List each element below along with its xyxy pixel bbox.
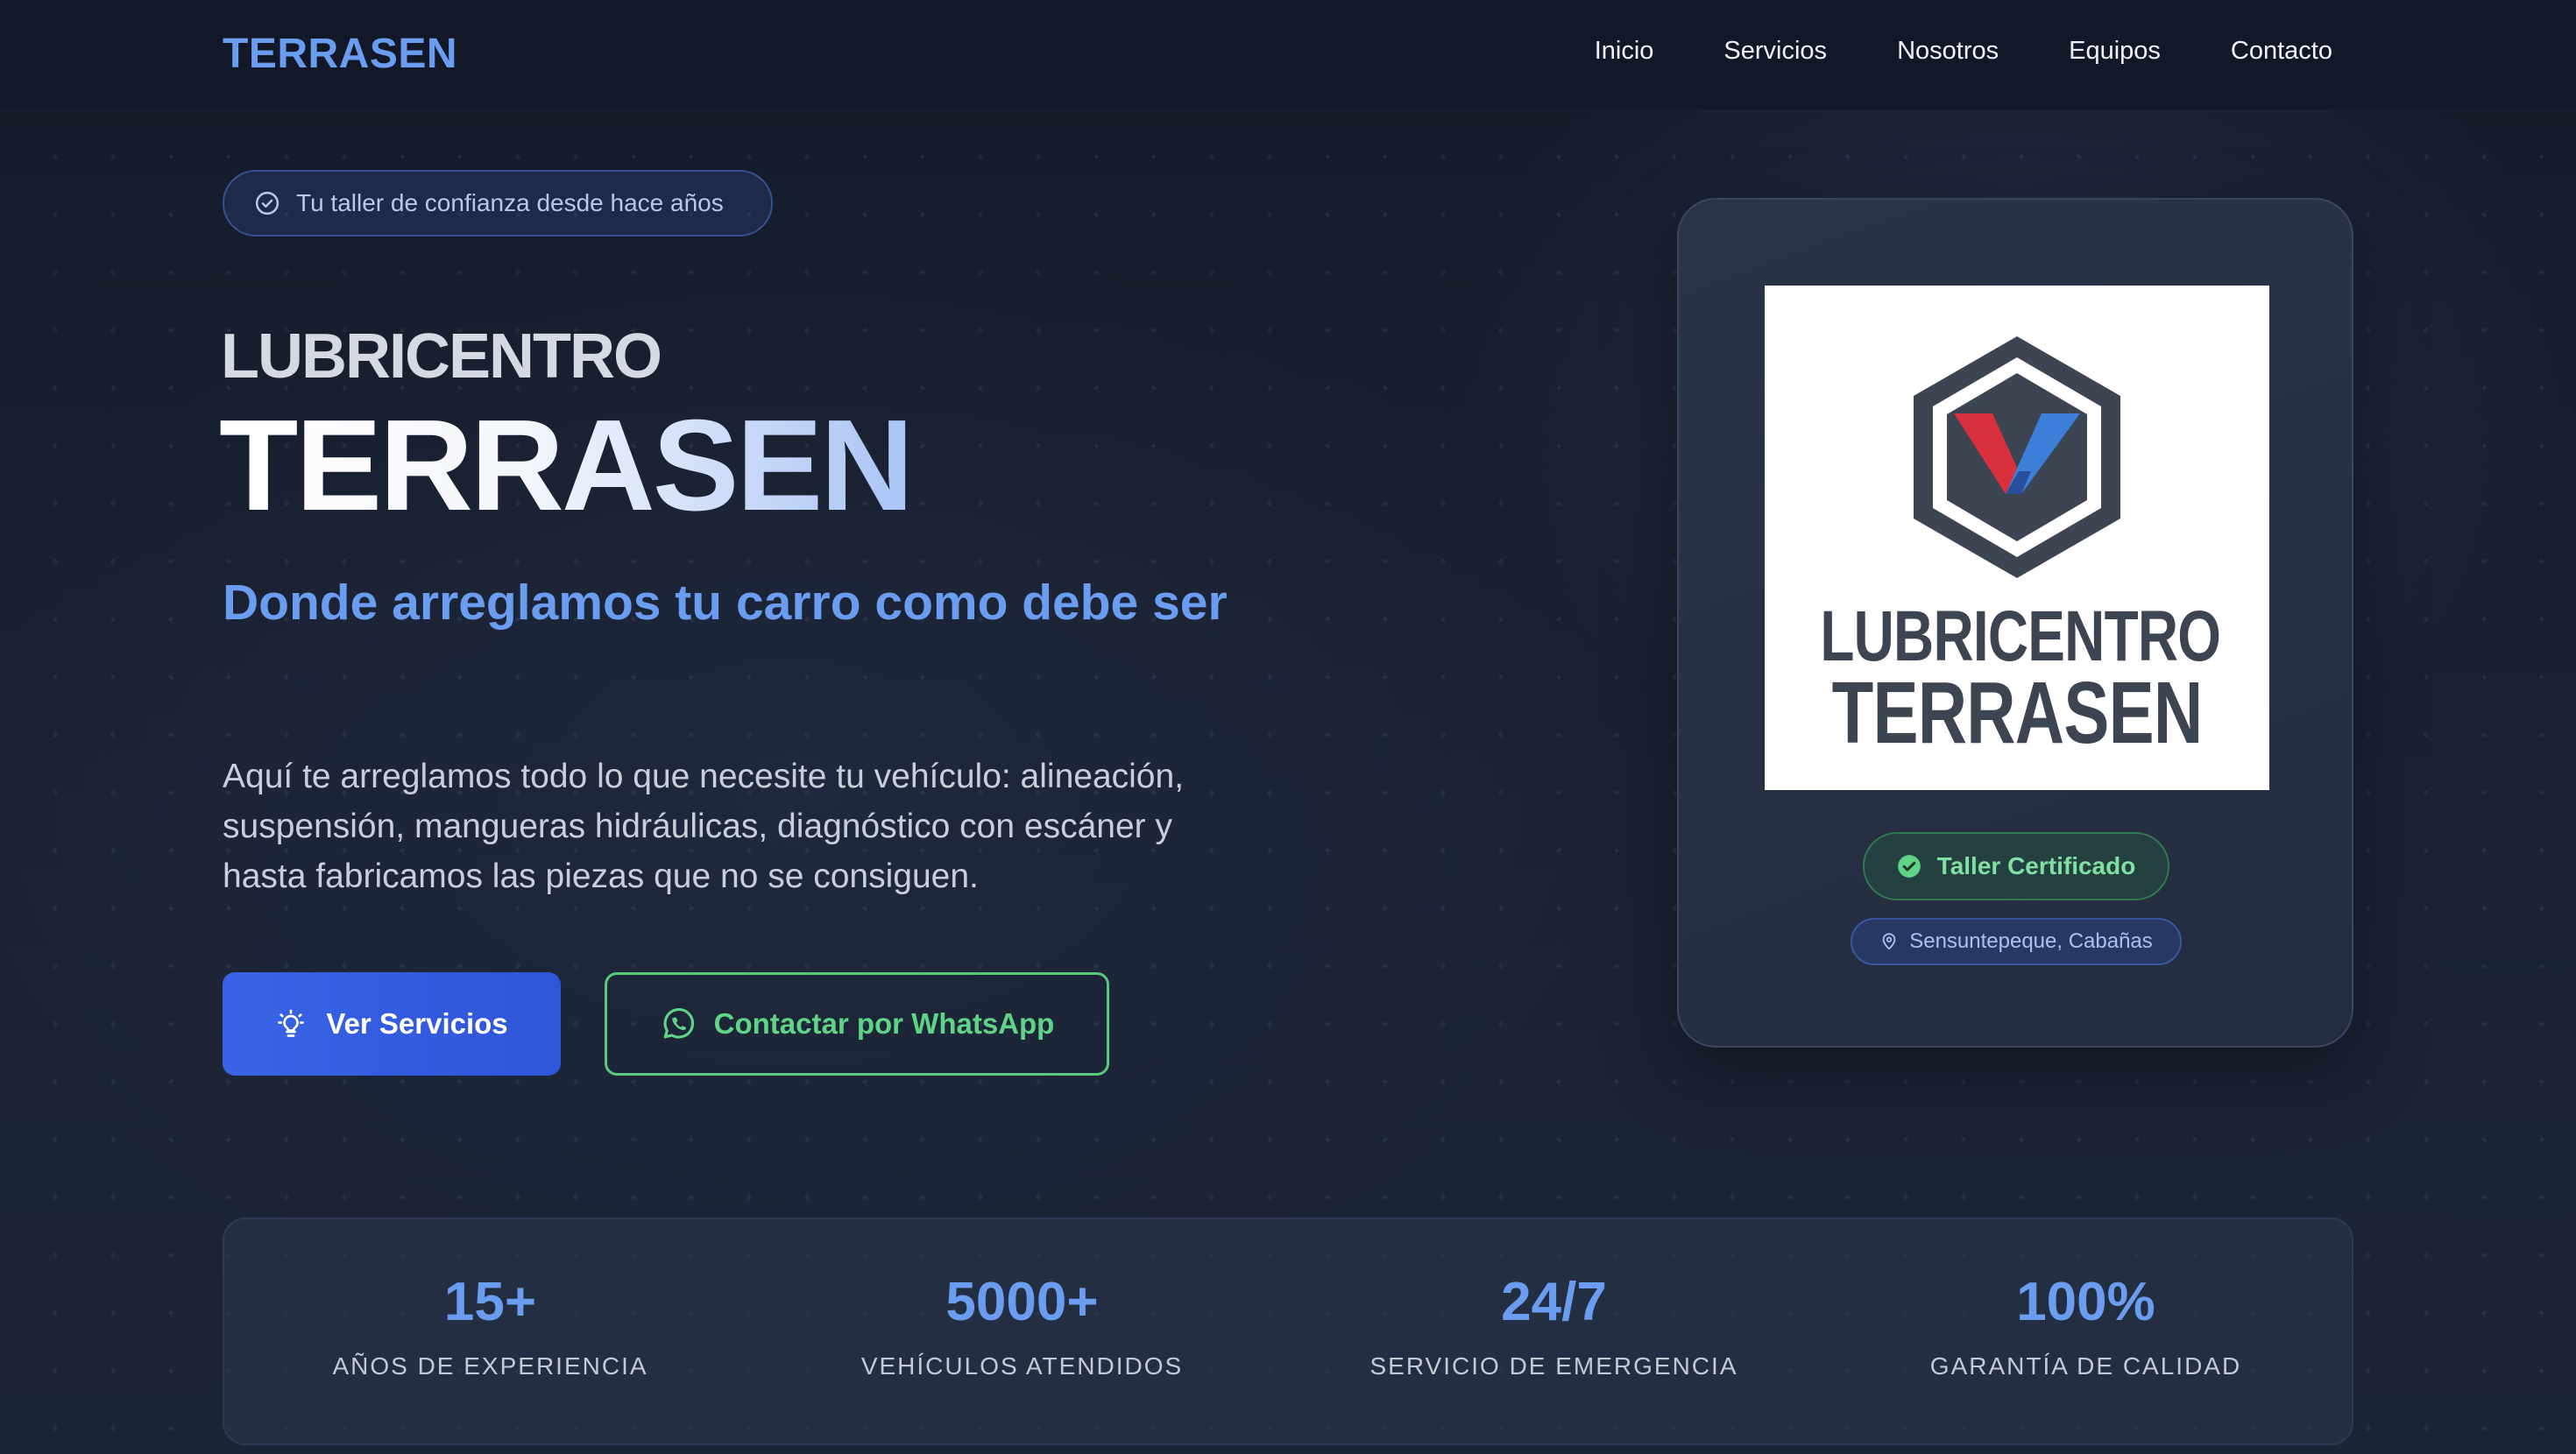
hero-title: TERRASEN	[219, 393, 914, 538]
stats-panel: 15+ AÑOS DE EXPERIENCIA 5000+ VEHÍCULOS …	[223, 1218, 2353, 1445]
nav-link-equipos[interactable]: Equipos	[2069, 37, 2161, 66]
stat-label: SERVICIO DE EMERGENCIA	[1369, 1352, 1738, 1380]
hero-tagline: Donde arreglamos tu carro como debe ser	[223, 575, 1228, 631]
hero-pre-title: LUBRICENTRO	[221, 321, 662, 392]
check-circle-icon	[255, 191, 280, 215]
stat-value: 15+	[443, 1272, 537, 1332]
stat-value: 24/7	[1501, 1272, 1607, 1332]
stat-label: AÑOS DE EXPERIENCIA	[332, 1352, 648, 1380]
hexagon-v-emblem-icon	[1914, 336, 2120, 578]
trust-pill-badge: Tu taller de confianza desde hace años	[223, 170, 773, 236]
stat-years: 15+ AÑOS DE EXPERIENCIA	[224, 1219, 756, 1443]
stat-label: GARANTÍA DE CALIDAD	[1929, 1352, 2242, 1380]
landing-page: TERRASEN Inicio Servicios Nosotros Equip…	[0, 0, 2576, 1454]
lightbulb-icon	[278, 1009, 305, 1037]
logo-card: LUBRICENTRO TERRASEN Taller Certificado …	[1677, 198, 2353, 1048]
whatsapp-contact-label: Contactar por WhatsApp	[713, 1007, 1055, 1040]
stat-emergency: 24/7 SERVICIO DE EMERGENCIA	[1288, 1219, 1820, 1443]
location-badge-label: Sensuntepeque, Cabañas	[1909, 929, 2153, 953]
certified-badge: Taller Certificado	[1863, 832, 2169, 900]
stat-vehicles: 5000+ VEHÍCULOS ATENDIDOS	[756, 1219, 1288, 1443]
nav-link-contacto[interactable]: Contacto	[2231, 37, 2332, 66]
nav-link-nosotros[interactable]: Nosotros	[1897, 37, 1999, 66]
nav-links: Inicio Servicios Nosotros Equipos Contac…	[1595, 37, 2332, 66]
logo-wordmark-line1: LUBRICENTRO	[1820, 596, 2221, 676]
brand-logo-text[interactable]: TERRASEN	[223, 30, 457, 78]
logo-wordmark-line2: TERRASEN	[1831, 664, 2204, 762]
nav-link-servicios[interactable]: Servicios	[1723, 37, 1827, 66]
hero-description: Aquí te arreglamos todo lo que necesite …	[223, 758, 1185, 895]
company-logo: LUBRICENTRO TERRASEN	[1765, 286, 2269, 790]
stat-guarantee: 100% GARANTÍA DE CALIDAD	[1820, 1219, 2352, 1443]
trust-pill-text: Tu taller de confianza desde hace años	[296, 189, 724, 216]
view-services-label: Ver Servicios	[326, 1007, 508, 1040]
whatsapp-contact-button[interactable]: Contactar por WhatsApp	[605, 972, 1109, 1076]
certified-badge-label: Taller Certificado	[1936, 852, 2136, 879]
whatsapp-icon	[663, 1007, 694, 1039]
location-badge: Sensuntepeque, Cabañas	[1851, 918, 2182, 965]
top-navbar: TERRASEN Inicio Servicios Nosotros Equip…	[0, 0, 2576, 110]
stat-label: VEHÍCULOS ATENDIDOS	[860, 1352, 1184, 1380]
stat-value: 5000+	[945, 1272, 1099, 1332]
check-badge-icon	[1897, 855, 1921, 878]
map-pin-icon	[1882, 933, 1896, 950]
nav-link-inicio[interactable]: Inicio	[1595, 37, 1654, 66]
stat-value: 100%	[2016, 1272, 2155, 1332]
view-services-button[interactable]: Ver Servicios	[223, 972, 561, 1076]
